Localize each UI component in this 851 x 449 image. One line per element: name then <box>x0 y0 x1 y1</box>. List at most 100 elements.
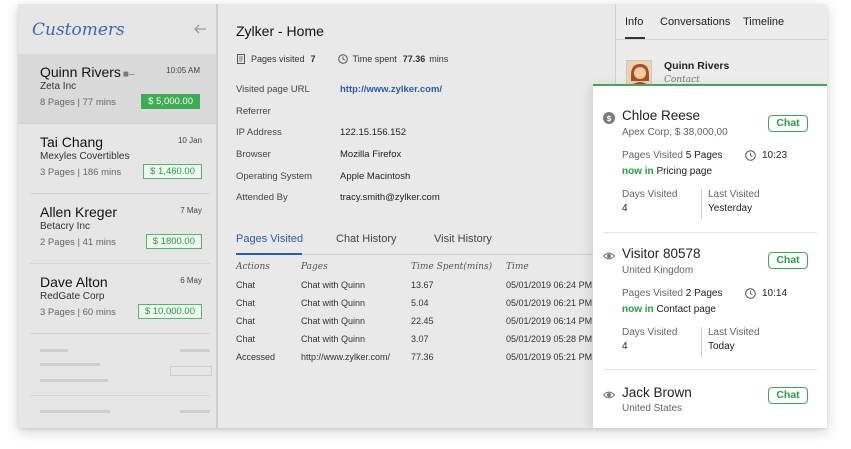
divider <box>603 369 817 370</box>
svg-text:$: $ <box>606 114 612 123</box>
customer-name: Tai Chang <box>40 134 104 150</box>
visitors-popup: $ Chloe Reese Apex Corp, $ 38,000,00 Cha… <box>593 84 827 428</box>
customer-name: Quinn Rivers ■– <box>40 64 135 80</box>
table-cell: 05/01/2019 05:28 PM <box>506 334 593 344</box>
visitor-card-chloe-reese[interactable]: $ Chloe Reese Apex Corp, $ 38,000,00 Cha… <box>593 86 827 233</box>
visit-summary: Pages visited 7 Time spent 77.36 mins <box>236 54 448 64</box>
days-visited: Days Visited 4 <box>622 327 678 352</box>
sidebar-title: Customers <box>32 20 125 40</box>
clock-icon <box>745 288 756 299</box>
back-arrow-icon[interactable] <box>193 22 207 36</box>
pages-visited: Pages Visited 5 Pages <box>622 150 723 161</box>
table-cell: 22.45 <box>411 316 434 326</box>
customer-stats: 3 Pages | 186 mins <box>40 167 122 178</box>
table-cell: Chat with Quinn <box>301 334 366 344</box>
table-cell: 5.04 <box>411 298 429 308</box>
browser-value: Mozilla Firefox <box>340 149 402 160</box>
table-row[interactable]: Chat Chat with Quinn 22.45 05/01/2019 06… <box>236 316 616 334</box>
table-cell: 05/01/2019 06:21 PM <box>506 298 593 308</box>
table-cell: Chat with Quinn <box>301 316 366 326</box>
eye-icon <box>603 252 615 260</box>
skeleton-line <box>40 363 100 366</box>
table-cell: 05/01/2019 06:24 PM <box>506 280 593 290</box>
customer-amount-badge: $ 1800.00 <box>145 234 202 249</box>
clock-icon <box>745 150 756 161</box>
table-cell: Chat with Quinn <box>301 280 366 290</box>
tab-chat-history[interactable]: Chat History <box>336 233 397 245</box>
tab-pages-visited[interactable]: Pages Visited <box>236 233 303 245</box>
skeleton-line <box>40 410 110 413</box>
visit-time: 10:14 <box>745 288 787 299</box>
customer-amount-badge: $ 5,000.00 <box>141 94 200 109</box>
visitor-country: United Kingdom <box>622 265 694 276</box>
table-cell: Chat <box>236 316 256 326</box>
last-visited: Last Visited Yesterday <box>701 189 760 219</box>
last-visited: Last Visited Today <box>701 327 760 357</box>
visitor-card-80578[interactable]: Visitor 80578 United Kingdom Chat Pages … <box>593 233 827 371</box>
table-row[interactable]: Chat Chat with Quinn 3.07 05/01/2019 05:… <box>236 334 616 352</box>
app-window: Customers Quinn Rivers ■– 10:05 AM Zeta I… <box>18 4 827 428</box>
column-header: Time <box>506 262 529 272</box>
customer-stats: 8 Pages | 77 mins <box>40 97 116 108</box>
info-tabs: Info Conversations Timeline <box>616 4 827 40</box>
detail-label: Operating System <box>236 171 313 182</box>
table-cell: Chat with Quinn <box>301 298 366 308</box>
table-row[interactable]: Chat Chat with Quinn 5.04 05/01/2019 06:… <box>236 298 616 316</box>
skeleton-line <box>40 349 68 352</box>
ip-address-value: 122.15.156.152 <box>340 127 407 138</box>
dollar-icon: $ <box>603 112 615 124</box>
skeleton-line <box>40 379 108 382</box>
table-cell: Chat <box>236 334 256 344</box>
customer-item-dave-alton[interactable]: Dave Alton 6 May RedGate Corp 3 Pages | … <box>30 264 210 334</box>
detail-label: Browser <box>236 149 271 160</box>
table-cell: 3.07 <box>411 334 429 344</box>
customer-company: Zeta Inc <box>40 81 77 92</box>
customer-item-quinn-rivers[interactable]: Quinn Rivers ■– 10:05 AM Zeta Inc 8 Pages… <box>18 54 216 124</box>
customer-company: RedGate Corp <box>40 291 105 302</box>
customer-amount-badge: $ 10,000.00 <box>137 304 202 319</box>
customer-item-tai-chang[interactable]: Tai Chang 10 Jan Mexyles Covertibles 3 P… <box>30 124 210 194</box>
chat-button[interactable]: Chat <box>768 115 808 132</box>
table-row[interactable]: Accessed http://www.zylker.com/ 77.36 05… <box>236 352 616 370</box>
chat-button[interactable]: Chat <box>768 252 808 269</box>
table-cell: http://www.zylker.com/ <box>301 352 391 362</box>
visitor-name: Visitor 80578 <box>622 246 701 261</box>
skeleton-box <box>170 366 212 376</box>
table-cell: 05/01/2019 05:21 PM <box>506 352 593 362</box>
detail-label: Visited page URL <box>236 84 310 95</box>
active-tab-indicator <box>625 37 645 39</box>
table-cell: 13.67 <box>411 280 434 290</box>
now-in-page: now in Contact page <box>622 304 716 315</box>
pages-visited-table: Actions Pages Time Spent(mins) Time Chat… <box>236 262 616 370</box>
now-in-page: now in Pricing page <box>622 166 713 177</box>
skeleton-line <box>180 410 210 413</box>
table-row[interactable]: Chat Chat with Quinn 13.67 05/01/2019 06… <box>236 280 616 298</box>
customer-item-allen-kreger[interactable]: Allen Kreger 7 May Betacry Inc 2 Pages |… <box>30 194 210 264</box>
visitor-card-jack-brown[interactable]: Jack Brown United States Chat <box>593 371 827 428</box>
detail-label: Attended By <box>236 192 288 203</box>
visitor-name: Chloe Reese <box>622 108 701 123</box>
visited-url-link[interactable]: http://www.zylker.com/ <box>340 84 442 95</box>
customer-name: Allen Kreger <box>40 204 118 220</box>
customer-date: 7 May <box>180 206 202 215</box>
column-header: Pages <box>301 262 328 272</box>
customer-stats: 2 Pages | 41 mins <box>40 237 116 248</box>
chat-button[interactable]: Chat <box>768 387 808 404</box>
skeleton-row <box>30 396 210 426</box>
skeleton-row <box>30 334 212 396</box>
tab-info[interactable]: Info <box>625 16 643 28</box>
time-spent-label: Time spent <box>352 54 397 64</box>
os-value: Apple Macintosh <box>340 171 411 182</box>
visitor-detail-pane: Zylker - Home Pages visited 7 Time spent… <box>220 4 616 428</box>
tab-visit-history[interactable]: Visit History <box>434 233 492 245</box>
customer-date: 10:05 AM <box>166 66 200 75</box>
customer-company: Betacry Inc <box>40 221 91 232</box>
typing-icon: ■– <box>122 69 135 80</box>
customers-sidebar: Customers Quinn Rivers ■– 10:05 AM Zeta I… <box>18 4 218 428</box>
eye-icon <box>603 391 615 399</box>
tab-timeline[interactable]: Timeline <box>743 16 784 28</box>
days-visited: Days Visited 4 <box>622 189 678 214</box>
tab-conversations[interactable]: Conversations <box>660 16 730 28</box>
avatar <box>626 60 652 86</box>
visitor-company: Apex Corp, $ 38,000,00 <box>622 127 728 138</box>
